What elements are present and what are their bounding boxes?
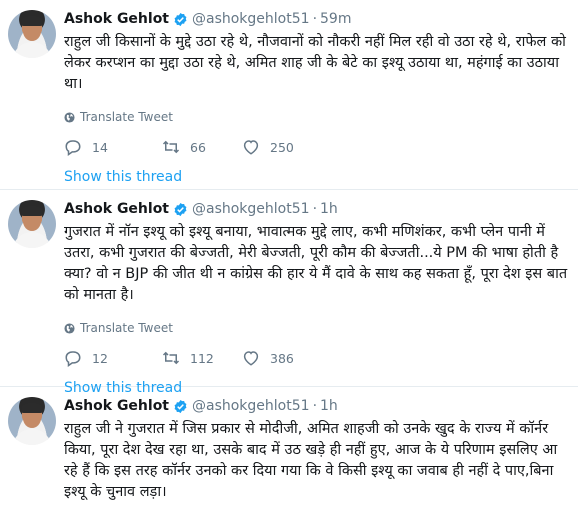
avatar-shirt [12,232,52,248]
translate-label: Translate Tweet [80,321,173,335]
separator-dot: · [312,201,318,217]
retweet-icon [162,140,180,154]
avatar-shirt [12,429,52,445]
tweet-header: Ashok Gehlot @ashokgehlot51 · 59m [64,8,568,30]
avatar-hair [21,16,43,26]
tweet-timestamp[interactable]: 59m [320,11,351,27]
tweet-text: राहुल जी ने गुजरात में जिस प्रकार से मोद… [64,421,558,500]
retweet-count: 66 [190,139,206,155]
translate-tweet-link[interactable]: Translate Tweet [64,109,568,125]
reply-button[interactable]: 12 [64,349,162,367]
tweet-card[interactable]: Ashok Gehlot @ashokgehlot51 · 59m राहुल … [0,0,578,190]
author-name[interactable]: Ashok Gehlot [64,11,169,27]
reply-count: 14 [92,139,108,155]
tweet-card[interactable]: Ashok Gehlot @ashokgehlot51 · 1h गुजरात … [0,190,578,396]
retweet-button[interactable]: 66 [162,138,242,156]
tweet-header: Ashok Gehlot @ashokgehlot51 · 1h [64,198,568,220]
reply-count: 12 [92,350,108,366]
author-handle[interactable]: @ashokgehlot51 [192,398,310,414]
reply-icon [65,140,81,156]
like-count: 250 [270,139,294,155]
tweet-actions: 14 66 250 [64,137,568,157]
author-handle[interactable]: @ashokgehlot51 [192,201,310,217]
retweet-count: 112 [190,350,214,366]
tweet-text: गुजरात में नॉन इश्यू को इश्यू बनाया, भाव… [64,224,568,303]
separator-dot: · [312,398,318,414]
heart-icon [243,140,259,155]
verified-badge-icon [174,12,187,26]
reply-icon [65,351,81,367]
retweet-icon [162,351,180,365]
show-thread-link[interactable]: Show this thread [64,169,568,189]
avatar-hair [21,403,43,413]
avatar[interactable] [8,200,56,248]
retweet-button[interactable]: 112 [162,349,242,367]
reply-button[interactable]: 14 [64,138,162,156]
translate-label: Translate Tweet [80,110,173,124]
avatar-shirt [12,42,52,58]
tweet-timestamp[interactable]: 1h [320,398,338,414]
globe-icon [64,322,75,334]
avatar[interactable] [8,10,56,58]
translate-tweet-link[interactable]: Translate Tweet [64,320,568,336]
avatar[interactable] [8,397,56,445]
tweet-timeline: Ashok Gehlot @ashokgehlot51 · 59m राहुल … [0,0,578,507]
author-name[interactable]: Ashok Gehlot [64,398,169,414]
tweet-text: राहुल जी किसानों के मुद्दे उठा रहे थे, न… [64,34,566,92]
heart-icon [243,351,259,366]
tweet-timestamp[interactable]: 1h [320,201,338,217]
separator-dot: · [312,11,318,27]
globe-icon [64,111,75,123]
tweet-actions: 12 112 386 [64,348,568,368]
verified-badge-icon [174,399,187,413]
like-button[interactable]: 386 [242,349,342,367]
author-handle[interactable]: @ashokgehlot51 [192,11,310,27]
like-count: 386 [270,350,294,366]
verified-badge-icon [174,202,187,216]
tweet-header: Ashok Gehlot @ashokgehlot51 · 1h [64,395,568,417]
like-button[interactable]: 250 [242,138,342,156]
tweet-card[interactable]: Ashok Gehlot @ashokgehlot51 · 1h राहुल ज… [0,387,578,507]
author-name[interactable]: Ashok Gehlot [64,201,169,217]
avatar-hair [21,206,43,216]
